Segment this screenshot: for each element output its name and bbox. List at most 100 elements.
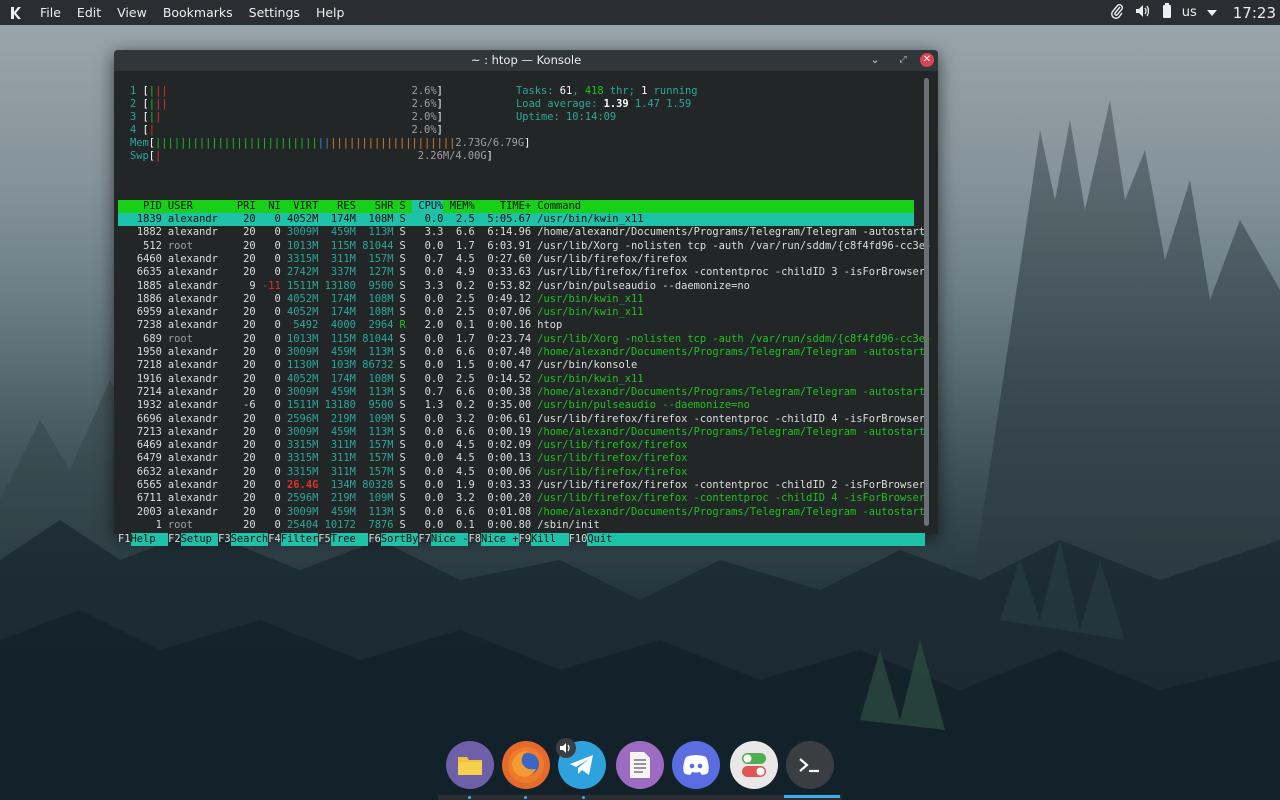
process-pid: 6635 [136,266,162,279]
process-row[interactable]: 6711 alexandr 20 0 2596M 219M 109M S 0.0 3.2 0:00.… [118,492,925,505]
menu-settings[interactable]: Settings [241,0,308,25]
process-res: 311M [330,452,356,465]
process-shr: 157M [368,452,394,465]
process-time: 0:07.40 [487,346,532,358]
column-header-shr[interactable]: SHR [356,200,394,213]
process-row[interactable]: 6696 alexandr 20 0 2596M 219M 109M S 0.0 3.2 0:06.… [118,412,925,426]
settings-toggle-icon[interactable] [730,741,778,789]
process-row[interactable]: 1882 alexandr 20 0 3009M 459M 113M S 3.3 6.6 6:14.… [118,226,925,239]
process-row[interactable]: 6959 alexandr 20 0 4052M 174M 108M S 0.0 2.5 0:07.… [118,306,914,319]
process-shr: 9500 [368,279,394,292]
process-virt: 3315M [287,452,319,465]
fkey-f4[interactable]: F4Filter [268,533,319,546]
process-row[interactable]: 7218 alexandr 20 0 1130M 103M 86732 S 0.0 1.5 0:00… [118,359,914,372]
process-row[interactable]: 1916 alexandr 20 0 4052M 174M 108M S 0.0 2.5 0:14.… [118,373,914,386]
process-res: 13180 [324,399,356,412]
column-header-mem[interactable]: MEM% [443,200,475,213]
process-row[interactable]: 1839 alexandr 20 0 4052M 174M 108M S 0.0 2.5 5:05.… [118,213,914,226]
process-user: alexandr [167,399,218,412]
fkey-f10[interactable]: F10Quit [569,533,625,546]
process-row[interactable]: 6469 alexandr 20 0 3315M 311M 157M S 0.0 4.5 0:02.… [118,439,914,452]
column-header-virt[interactable]: VIRT [281,200,318,213]
process-shr: 113M [368,385,394,398]
process-cmd: /usr/bin/kwin_x11 [537,292,644,305]
discord-icon[interactable] [672,741,720,789]
keyboard-layout[interactable]: us [1182,5,1197,20]
fkey-f9[interactable]: F9Kill [519,533,569,546]
column-header-command[interactable]: Command [531,200,581,213]
fkey-f1[interactable]: F1Help [118,533,169,546]
fkey-f5[interactable]: F5Tree [318,533,369,546]
tray-expand-icon[interactable] [1206,5,1217,20]
file-manager-icon[interactable] [446,741,494,789]
process-cpu: 0.0 [424,439,444,452]
firefox-icon[interactable] [502,741,550,789]
process-virt: 1511M [287,399,319,412]
kde-launcher-icon[interactable] [6,0,26,25]
minimize-icon[interactable]: ⌄ [868,53,882,67]
column-header-ni[interactable]: NI [256,200,281,213]
process-mem: 4.5 [455,452,475,465]
tasks-summary: Tasks: 61, 418 thr; 1 running [516,85,698,97]
fkey-f6[interactable]: F6SortBy [368,533,419,546]
window-titlebar[interactable]: ~ : htop — Konsole ⌄ ⤢ ✕ [114,50,938,71]
process-row[interactable]: 6565 alexandr 20 0 26.4G 134M 80328 S 0.0 1.9 0:03… [118,479,925,492]
terminal-scrollbar[interactable] [924,78,929,526]
paperclip-icon[interactable] [1110,3,1124,22]
process-pid: 1882 [136,226,162,239]
process-pid: 6460 [136,252,162,265]
terminal-icon[interactable] [786,741,834,789]
process-ni: 0 [274,412,281,425]
fkey-f2[interactable]: F2Setup [168,533,219,546]
process-cmd: /home/alexandr/Documents/Programs/Telegr… [537,425,926,438]
close-icon[interactable]: ✕ [920,53,934,67]
process-row[interactable]: 7238 alexandr 20 0 5492 4000 2964 R 2.0 0.1 0:00.1… [118,319,914,332]
process-row[interactable]: 1950 alexandr 20 0 3009M 459M 113M S 0.0 6.6 0:07.… [118,346,925,359]
process-row[interactable]: 6460 alexandr 20 0 3315M 311M 157M S 0.7 4.5 0:27.… [118,253,914,266]
column-header-user[interactable]: USER [162,200,231,213]
app-menu: File Edit View Bookmarks Settings Help [32,0,352,25]
battery-icon[interactable] [1162,3,1172,22]
clock[interactable]: 17:23 [1233,4,1276,22]
process-row[interactable]: 2003 alexandr 20 0 3009M 459M 113M S 0.0 6.6 0:01.… [118,505,925,519]
text-editor-icon[interactable] [616,741,664,789]
process-row[interactable]: 6635 alexandr 20 0 2742M 337M 127M S 0.0 4.9 0:33.… [118,266,925,279]
column-header-pid[interactable]: PID [118,200,162,213]
fkey-f3[interactable]: F3Search [218,533,269,546]
menu-bookmarks[interactable]: Bookmarks [155,0,241,25]
process-table-header[interactable]: PID USER PRI NI VIRT RES SHR S CPU% MEM% TIME+ Comm… [118,200,914,213]
process-res: 115M [330,332,356,345]
column-header-s[interactable]: S [394,200,413,213]
process-row[interactable]: 6632 alexandr 20 0 3315M 311M 157M S 0.0 4.5 0:00.… [118,466,914,479]
menu-file[interactable]: File [32,0,69,25]
menu-help[interactable]: Help [308,0,353,25]
process-row[interactable]: 7214 alexandr 20 0 3009M 459M 113M S 0.7 6.6 0:00.… [118,385,925,399]
terminal[interactable]: 1 [||| 2.6%] 2 [||| 2.6%] 3 [|| 2.0%] 4 … [118,71,931,546]
process-row[interactable]: 6479 alexandr 20 0 3315M 311M 157M S 0.0 4.5 0:00.… [118,452,914,465]
process-pri: 20 [243,505,256,518]
process-cpu: 0.0 [424,266,444,279]
process-row[interactable]: 512 root 20 0 1013M 115M 81044 S 0.0 1.7 6:03.91/u… [118,240,931,253]
process-cmd: /usr/lib/firefox/firefox -contentproc -c… [537,492,926,505]
column-header-cpu[interactable]: CPU% [412,200,444,213]
fkey-f7[interactable]: F7Nice - [418,533,469,546]
maximize-icon[interactable]: ⤢ [896,53,910,67]
process-ni: 0 [274,452,281,465]
fkey-f8[interactable]: F8Nice + [468,533,519,546]
process-shr: 86732 [362,359,394,372]
process-row[interactable]: 1932 alexandr -6 0 1511M 13180 9500 S 1.3 0.2 0:35… [118,399,914,412]
process-row[interactable]: 689 root 20 0 1013M 115M 81044 S 0.0 1.7 0:23.74/u… [118,332,931,346]
menu-view[interactable]: View [109,0,155,25]
menu-edit[interactable]: Edit [69,0,109,25]
process-row[interactable]: 1 root 20 0 25404 10172 7876 S 0.0 0.1 0:00.80/sbi… [118,519,914,532]
process-pid: 6696 [136,412,162,425]
column-header-pri[interactable]: PRI [231,200,256,213]
column-header-time[interactable]: TIME+ [475,200,531,213]
process-shr: 7876 [368,518,394,531]
volume-icon[interactable] [1134,3,1152,22]
column-header-res[interactable]: RES [318,200,356,213]
process-row[interactable]: 1886 alexandr 20 0 4052M 174M 108M S 0.0 2.5 0:49.… [118,293,914,306]
process-row[interactable]: 7213 alexandr 20 0 3009M 459M 113M S 0.0 6.6 0:00.… [118,426,925,439]
process-row[interactable]: 1885 alexandr 9 -11 1511M 13180 9500 S 3.3 0.2 0:5… [118,280,914,293]
process-ni: 0 [274,252,281,265]
